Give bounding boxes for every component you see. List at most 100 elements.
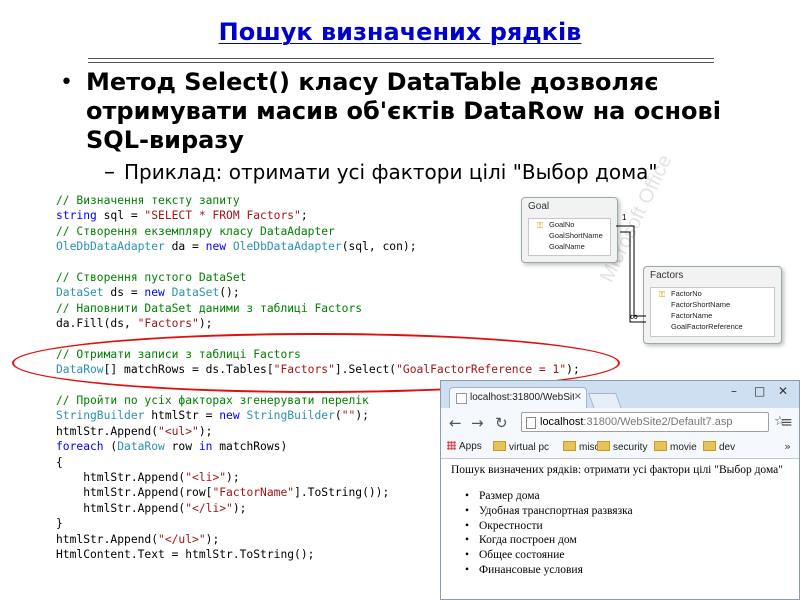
bookmark-dev[interactable]: dev: [703, 441, 735, 453]
url-host: localhost: [540, 416, 584, 428]
code-line: // Визначення тексту запиту: [56, 193, 580, 208]
code-token: // Пройти по усіх факторах згенерувати п…: [56, 394, 369, 408]
factors-table[interactable]: Factors ⚿ FactorNo FactorShortName Factor…: [643, 266, 782, 344]
address-bar[interactable]: localhost:31800/WebSite2/Default7.asp: [521, 412, 769, 432]
code-token: );: [205, 532, 220, 546]
list-item: Удобная транспортная развязка: [465, 504, 633, 519]
page-icon: [526, 417, 536, 429]
close-window-icon[interactable]: ✕: [778, 384, 788, 398]
list-item: Окрестности: [465, 519, 633, 534]
factors-field: GoalFactorReference: [671, 322, 743, 331]
code-token: DataSet: [56, 286, 104, 300]
bookmark-security[interactable]: security: [597, 441, 647, 453]
list-item: Общее состояние: [465, 548, 633, 563]
code-token: // Визначення тексту запиту: [56, 194, 240, 207]
menu-icon[interactable]: ≡: [780, 413, 793, 431]
code-token: StringBuilder: [246, 409, 335, 423]
code-token: htmlStr.Append(: [56, 532, 159, 546]
code-token: "</ul>": [158, 532, 206, 546]
maximize-icon[interactable]: □: [754, 384, 765, 398]
page-favicon-icon: [456, 393, 467, 404]
code-token: string: [56, 209, 97, 223]
bullet-text: Метод Select() класу DataTable дозволяє …: [86, 68, 721, 154]
browser-tab[interactable]: localhost:31800/WebSite2 ×: [449, 387, 587, 408]
sub-bullet-text: Приклад: отримати усі фактори цілі "Выбо…: [124, 160, 658, 184]
code-line: DataSet ds = new DataSet();: [56, 285, 580, 300]
list-item: Размер дома: [465, 489, 633, 504]
sub-bullet-dash: –: [104, 160, 115, 185]
folder-icon: [654, 441, 667, 451]
factors-table-title: Factors: [650, 270, 684, 281]
code-token: (: [103, 440, 118, 454]
page-heading: Пошук визначених рядків: отримати усі фа…: [451, 464, 783, 476]
factors-field: FactorShortName: [671, 300, 731, 309]
url-path: :31800/WebSite2/Default7.asp: [583, 416, 733, 428]
code-token: ].ToString());: [294, 486, 390, 500]
code-line: // Створення екземпляру класу DataAdapte…: [56, 224, 580, 239]
code-token: // Наповнити DataSet даними з таблиці Fa…: [56, 301, 363, 315]
code-token: da.Fill(ds,: [56, 317, 138, 331]
folder-icon: [493, 441, 506, 451]
code-token: "<li>": [185, 471, 227, 485]
code-line: string sql = "SELECT * FROM Factors";: [56, 208, 580, 223]
code-token: htmlStr.Append(: [56, 471, 186, 485]
code-line: da.Fill(ds, "Factors");: [56, 316, 580, 331]
code-token: htmlStr.Append(row[: [56, 486, 213, 500]
title-rule: [88, 58, 714, 59]
code-token: (sql, con);: [341, 240, 417, 254]
code-line: // Наповнити DataSet даними з таблиці Fa…: [56, 301, 580, 316]
new-tab-button[interactable]: [588, 393, 622, 409]
code-token: new: [144, 286, 165, 300]
minimize-icon[interactable]: –: [731, 384, 737, 398]
browser-chrome: localhost:31800/WebSite2 × – □ ✕ ← → ↻ l…: [441, 381, 799, 459]
bookmark-virtual-pc[interactable]: virtual pc: [493, 441, 549, 453]
code-token: new: [219, 409, 240, 423]
code-token: htmlStr.Append(: [56, 501, 186, 515]
folder-icon: [563, 441, 576, 451]
goal-table[interactable]: Goal ⚿ GoalNo GoalShortName GoalName: [521, 197, 618, 263]
code-token: DataSet: [171, 286, 220, 300]
factors-field: ⚿ FactorNo: [659, 289, 702, 299]
goal-table-title: Goal: [528, 201, 550, 212]
goal-field: GoalShortName: [549, 231, 603, 240]
code-token: "<ul>": [158, 424, 199, 438]
code-token: "Factors": [137, 317, 199, 331]
code-token: in: [198, 440, 213, 454]
code-token: // Створення пустого DataSet: [56, 270, 247, 284]
back-arrow-icon[interactable]: ←: [449, 414, 462, 432]
code-line: // Створення пустого DataSet: [56, 270, 580, 285]
factor-list: Размер дома Удобная транспортная развязк…: [465, 489, 633, 578]
code-token: {: [56, 455, 63, 469]
code-token: (: [334, 409, 342, 423]
code-token: "": [341, 409, 356, 423]
reload-icon[interactable]: ↻: [495, 414, 508, 432]
code-token: DataRow: [117, 440, 165, 454]
code-token: HtmlContent.Text = htmlStr.ToString();: [56, 547, 315, 561]
code-token: row: [164, 440, 199, 454]
bookmark-movie[interactable]: movie: [654, 441, 697, 453]
code-token: da =: [164, 240, 206, 254]
forward-arrow-icon[interactable]: →: [471, 414, 484, 432]
code-line: OleDbDataAdapter da = new OleDbDataAdapt…: [56, 239, 580, 254]
folder-icon: [597, 441, 610, 451]
bookmarks-more-icon[interactable]: »: [784, 440, 791, 453]
bookmark-apps[interactable]: Apps: [447, 441, 482, 452]
code-token: htmlStr.Append(: [56, 424, 159, 438]
code-token: OleDbDataAdapter: [56, 240, 165, 254]
code-token: "SELECT * FROM Factors": [144, 209, 301, 223]
browser-toolbar: ← → ↻ localhost:31800/WebSite2/Default7.…: [441, 408, 799, 438]
tab-close-icon[interactable]: ×: [574, 391, 582, 402]
relationship-many-label: ∞: [630, 311, 638, 323]
code-token: ds =: [103, 286, 145, 300]
goal-field: ⚿ GoalNo: [537, 220, 575, 230]
relationship-one-label: 1: [622, 213, 627, 222]
code-token: "FactorName": [212, 486, 295, 500]
bookmark-misc[interactable]: misc: [563, 441, 600, 453]
code-token: );: [355, 409, 369, 423]
code-token: StringBuilder: [56, 409, 145, 423]
code-token: sql =: [96, 209, 145, 223]
tab-title: localhost:31800/WebSite2: [470, 392, 574, 403]
